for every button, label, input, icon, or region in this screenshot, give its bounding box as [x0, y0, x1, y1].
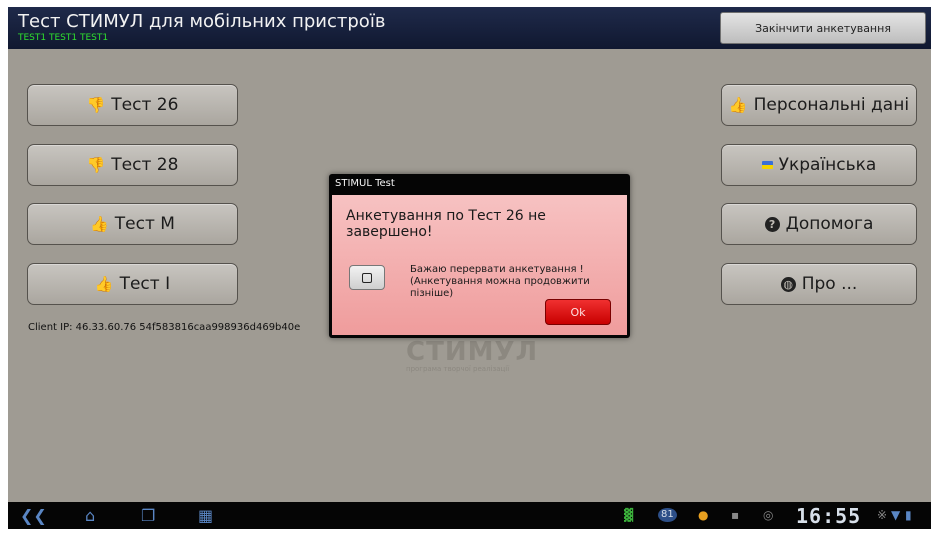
- dialog-message: Анкетування по Тест 26 не завершено!: [346, 208, 546, 240]
- logo-main-text: СТИМУЛ: [406, 337, 539, 367]
- test-26-label: Тест 26: [111, 95, 179, 115]
- menu-grid-icon[interactable]: ▦: [198, 508, 213, 524]
- dialog-title: STIMUL Test: [335, 178, 395, 189]
- test-28-button[interactable]: 👎 Тест 28: [27, 144, 238, 186]
- abort-survey-label: Бажаю перервати анкетування ! (Анкетуван…: [410, 264, 590, 299]
- abort-survey-checkbox[interactable]: [349, 265, 385, 290]
- home-icon[interactable]: ⌂: [85, 508, 95, 524]
- thumbs-up-icon: 👍: [90, 215, 109, 233]
- test-m-button[interactable]: 👍 Тест М: [27, 203, 238, 245]
- ok-button[interactable]: Ok: [545, 299, 611, 325]
- about-label: Про ...: [801, 274, 858, 294]
- recent-apps-icon[interactable]: ❐: [141, 508, 155, 524]
- wifi-icon: ▼: [891, 508, 901, 522]
- app-title: Тест СТИМУЛ для мобільних пристроїв: [18, 11, 386, 32]
- test-i-label: Тест І: [119, 274, 171, 294]
- globe-icon: ◍: [780, 276, 796, 292]
- status-clock: 16:55: [796, 504, 862, 528]
- system-bar: ❮❮ ⌂ ❐ ▦ ▓ 81 ● ▪ ◎ 16:55 ※ ▼ ▮: [8, 502, 931, 529]
- help-label: Допомога: [785, 214, 874, 234]
- language-button[interactable]: Українська: [721, 144, 917, 186]
- language-label: Українська: [778, 155, 877, 175]
- checkbox-box-icon: [362, 272, 372, 283]
- test-26-button[interactable]: 👎 Тест 26: [27, 84, 238, 126]
- test-i-button[interactable]: 👍 Тест І: [27, 263, 238, 305]
- personal-data-button[interactable]: 👍 Персональні дані: [721, 84, 917, 126]
- battery-icon: ▮: [905, 508, 912, 522]
- bluetooth-icon: ※: [877, 508, 888, 522]
- ukraine-flag-icon: [761, 161, 773, 169]
- question-circle-icon: ?: [764, 216, 780, 232]
- app-screen: Тест СТИМУЛ для мобільних пристроїв TEST…: [8, 7, 931, 529]
- thumbs-up-icon: 👍: [728, 96, 748, 114]
- test-m-label: Тест М: [114, 214, 175, 234]
- about-button[interactable]: ◍ Про ...: [721, 263, 917, 305]
- app-header: Тест СТИМУЛ для мобільних пристроїв TEST…: [8, 7, 931, 49]
- thumbs-down-icon: 👎: [86, 96, 106, 114]
- help-button[interactable]: ? Допомога: [721, 203, 917, 245]
- back-icon[interactable]: ❮❮: [20, 508, 47, 524]
- badge-icon[interactable]: 81: [658, 508, 677, 522]
- thumbs-up-icon: 👍: [94, 275, 114, 293]
- personal-data-label: Персональні дані: [753, 95, 910, 115]
- screenshot-icon[interactable]: ▪: [731, 508, 739, 522]
- client-ip-text: Client IP: 46.33.60.76 54f583816caa99893…: [28, 322, 301, 333]
- app-subtitle: TEST1 TEST1 TEST1: [18, 33, 109, 43]
- notification-circle-icon[interactable]: ●: [698, 508, 708, 522]
- thumbs-down-icon: 👎: [86, 156, 106, 174]
- stimul-logo: СТИМУЛ програма творчої реалізації: [406, 339, 546, 379]
- finish-survey-button[interactable]: Закінчити анкетування: [720, 12, 926, 44]
- alarm-icon[interactable]: ◎: [763, 508, 773, 522]
- dialog-body: Анкетування по Тест 26 не завершено! Баж…: [332, 195, 627, 335]
- app-notification-icon[interactable]: ▓: [624, 508, 633, 522]
- test-28-label: Тест 28: [111, 155, 179, 175]
- alert-dialog: STIMUL Test Анкетування по Тест 26 не за…: [329, 174, 630, 338]
